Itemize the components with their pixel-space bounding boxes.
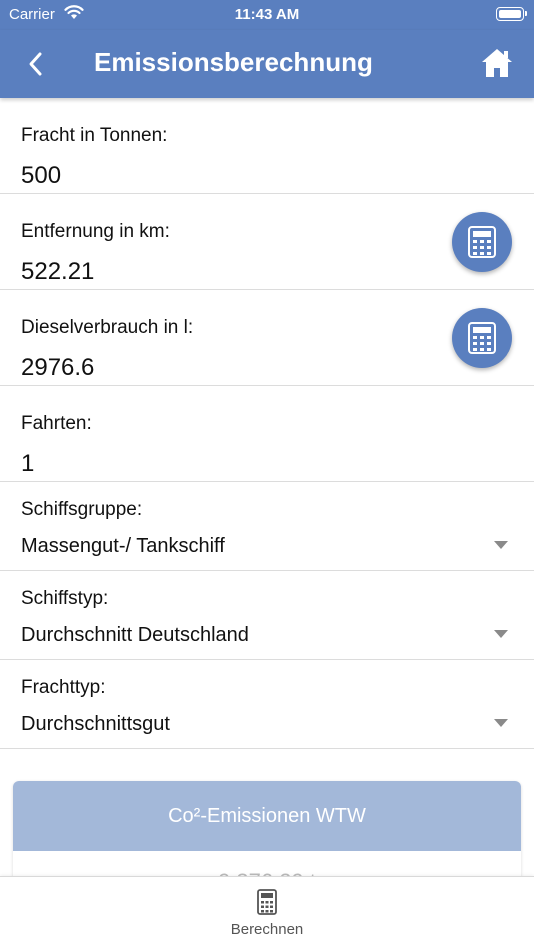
diesel-input[interactable]: 2976.6	[21, 354, 94, 382]
trips-field[interactable]: Fahrten: 1	[0, 386, 534, 482]
home-icon[interactable]	[480, 46, 514, 80]
trips-label: Fahrten:	[21, 413, 92, 434]
back-button[interactable]	[20, 46, 56, 82]
freight-type-value[interactable]: Durchschnittsgut	[21, 713, 170, 736]
calculator-icon	[468, 322, 496, 354]
tab-calculate-label: Berechnen	[230, 921, 304, 938]
chevron-left-icon	[29, 52, 42, 76]
result-title: Co²-Emissionen WTW	[13, 781, 521, 851]
freight-type-select[interactable]: Frachttyp: Durchschnittsgut	[0, 660, 534, 749]
distance-calculator-button[interactable]	[452, 212, 512, 272]
battery-icon	[496, 7, 527, 21]
tab-calculate[interactable]: Berechnen	[0, 889, 534, 938]
result-card: Co²-Emissionen WTW 9.376,29 t	[13, 781, 521, 891]
distance-field[interactable]: Entfernung in km: 522.21	[0, 194, 534, 290]
freight-field[interactable]: Fracht in Tonnen: 500	[0, 98, 534, 194]
ship-group-label: Schiffsgruppe:	[21, 499, 143, 520]
form-content: Fracht in Tonnen: 500 Entfernung in km: …	[0, 98, 534, 749]
diesel-calculator-button[interactable]	[452, 308, 512, 368]
diesel-field[interactable]: Dieselverbrauch in l: 2976.6	[0, 290, 534, 386]
freight-type-label: Frachttyp:	[21, 677, 106, 698]
nav-bar: Emissionsberechnung	[0, 30, 534, 98]
trips-input[interactable]: 1	[21, 450, 34, 478]
calculator-icon	[257, 889, 277, 915]
dropdown-arrow-icon[interactable]	[494, 719, 508, 727]
ship-group-select[interactable]: Schiffsgruppe: Massengut-/ Tankschiff	[0, 482, 534, 571]
status-time: 11:43 AM	[234, 6, 300, 23]
calculator-icon	[468, 226, 496, 258]
dropdown-arrow-icon[interactable]	[494, 541, 508, 549]
status-bar: Carrier 11:43 AM	[0, 0, 534, 30]
tab-bar: Berechnen	[0, 876, 534, 950]
ship-type-label: Schiffstyp:	[21, 588, 109, 609]
freight-input[interactable]: 500	[21, 162, 61, 190]
diesel-label: Dieselverbrauch in l:	[21, 317, 194, 338]
ship-type-select[interactable]: Schiffstyp: Durchschnitt Deutschland	[0, 571, 534, 660]
dropdown-arrow-icon[interactable]	[494, 630, 508, 638]
freight-label: Fracht in Tonnen:	[21, 125, 168, 146]
distance-label: Entfernung in km:	[21, 221, 170, 242]
page-title: Emissionsberechnung	[94, 47, 373, 77]
distance-input[interactable]: 522.21	[21, 258, 94, 286]
ship-group-value[interactable]: Massengut-/ Tankschiff	[21, 535, 225, 558]
ship-type-value[interactable]: Durchschnitt Deutschland	[21, 624, 249, 647]
